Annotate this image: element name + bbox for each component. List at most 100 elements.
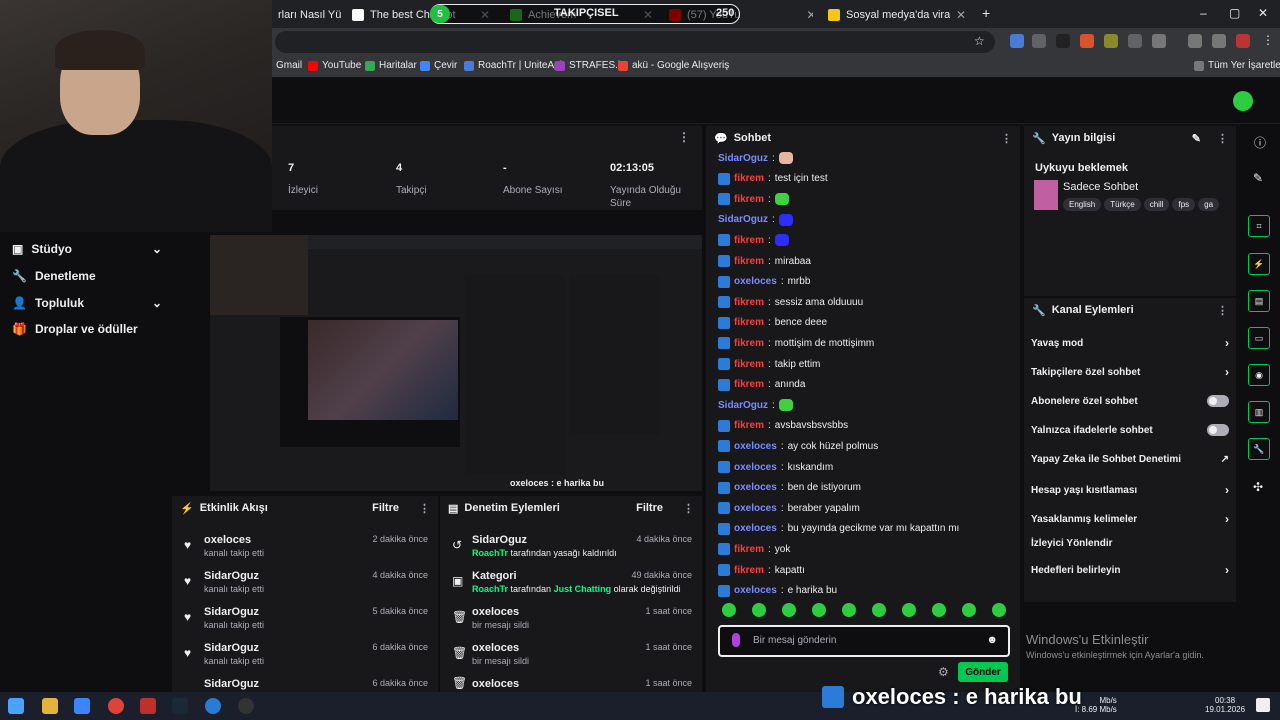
chat-username[interactable]: SidarOguz: [718, 400, 768, 411]
tag[interactable]: English: [1063, 198, 1102, 211]
chat-username[interactable]: oxeloces: [734, 585, 777, 596]
recorder-icon[interactable]: [140, 698, 156, 714]
chat-username[interactable]: fikrem: [734, 256, 764, 267]
tag[interactable]: Türkçe: [1104, 198, 1141, 211]
sidebar-item-drops[interactable]: 🎁 Droplar ve ödüller: [12, 322, 162, 336]
add-extension-icon[interactable]: ✣: [1253, 480, 1263, 494]
chat-message[interactable]: fikrem: mottişim de mottişimm: [718, 335, 874, 351]
media-icon[interactable]: [1212, 34, 1226, 48]
menu-kebab-icon[interactable]: ⋮: [1001, 132, 1012, 145]
emoji-icon[interactable]: ☻: [986, 634, 998, 646]
filter-button[interactable]: Filtre: [636, 502, 663, 514]
toggle-switch[interactable]: [1207, 395, 1229, 407]
emote-icon[interactable]: [872, 603, 886, 617]
notification-icon[interactable]: [1256, 698, 1270, 712]
extension-icon[interactable]: [1080, 34, 1094, 48]
chat-username[interactable]: fikrem: [734, 359, 764, 370]
chat-message[interactable]: SidarOguz:: [718, 397, 793, 413]
chat-username[interactable]: fikrem: [734, 420, 764, 431]
chat-message[interactable]: fikrem: bence deee: [718, 315, 827, 331]
chat-username[interactable]: fikrem: [734, 194, 764, 205]
chat-username[interactable]: fikrem: [734, 338, 764, 349]
chat-username[interactable]: fikrem: [734, 235, 764, 246]
bookmark[interactable]: Gmail: [276, 60, 302, 71]
list-item[interactable]: SidarOguz 6 dakika önce: [172, 674, 438, 692]
chat-username[interactable]: fikrem: [734, 565, 764, 576]
chat-username[interactable]: oxeloces: [734, 523, 777, 534]
chat-username[interactable]: oxeloces: [734, 482, 777, 493]
extension-icon[interactable]: [1010, 34, 1024, 48]
chat-username[interactable]: fikrem: [734, 297, 764, 308]
layout-icon[interactable]: ▥: [1248, 401, 1270, 423]
stats-menu-icon[interactable]: ⋮: [678, 130, 690, 144]
list-item[interactable]: ↺ SidarOguz RoachTr tarafından yasağı kald…: [440, 530, 702, 566]
settings-gear-icon[interactable]: ⚙: [938, 665, 949, 679]
chat-username[interactable]: SidarOguz: [718, 214, 768, 225]
puzzle-icon[interactable]: [1152, 34, 1166, 48]
chat-message[interactable]: oxeloces: ay cok hüzel polmus: [718, 438, 878, 454]
chat-message[interactable]: fikrem: yok: [718, 541, 790, 557]
chat-message[interactable]: fikrem:: [718, 191, 789, 207]
omnibox[interactable]: [275, 31, 995, 53]
menu-kebab-icon[interactable]: ⋮: [419, 502, 430, 515]
chat-message[interactable]: fikrem: avsbavsbsvsbbs: [718, 418, 848, 434]
menu-kebab-icon[interactable]: ⋮: [1217, 132, 1228, 145]
chat-message[interactable]: oxeloces: e harika bu: [718, 583, 837, 599]
broadcast-icon[interactable]: ◉: [1248, 364, 1270, 386]
chat-username[interactable]: fikrem: [734, 173, 764, 184]
extension-icon[interactable]: [1128, 34, 1142, 48]
list-item[interactable]: ♥ SidarOguz kanalı takip etti 5 dakika önce: [172, 602, 438, 638]
category-name[interactable]: Sadece Sohbet: [1063, 181, 1138, 193]
list-item[interactable]: 🗑 oxeloces 1 saat önce: [440, 674, 702, 692]
browser-tab[interactable]: rları Nasıl Yü: [272, 4, 342, 26]
download-icon[interactable]: [1188, 34, 1202, 48]
bookmark[interactable]: STRAFES.io: [555, 60, 626, 71]
action-emote-only[interactable]: Yalnızca ifadelerle sohbet: [1031, 424, 1229, 436]
chat-message[interactable]: fikrem: anında: [718, 377, 805, 393]
toggle-switch[interactable]: [1207, 424, 1229, 436]
emote-icon[interactable]: [752, 603, 766, 617]
star-icon[interactable]: ☆: [974, 34, 985, 48]
bookmark[interactable]: Haritalar: [365, 60, 417, 71]
chat-username[interactable]: oxeloces: [734, 503, 777, 514]
list-item[interactable]: ♥ oxeloces kanalı takip etti 2 dakika önce: [172, 530, 438, 566]
action-goals[interactable]: Hedefleri belirleyin ›: [1031, 563, 1229, 577]
chat-message[interactable]: fikrem:: [718, 232, 789, 248]
chat-message[interactable]: oxeloces: mrbb: [718, 274, 810, 290]
lightning-icon[interactable]: ⚡: [1248, 253, 1270, 275]
chat-username[interactable]: oxeloces: [734, 276, 777, 287]
chat-message[interactable]: fikrem: test için test: [718, 171, 828, 187]
emote-icon[interactable]: [932, 603, 946, 617]
wrench-icon[interactable]: 🔧: [1248, 438, 1270, 460]
sidebar-item-studio[interactable]: ▣ Stüdyo ⌄: [12, 242, 162, 256]
minimize-icon[interactable]: –: [1200, 6, 1207, 20]
chat-message[interactable]: oxeloces: ben de istiyorum: [718, 480, 861, 496]
edit-pencil-icon[interactable]: ✎: [1192, 132, 1201, 145]
close-icon[interactable]: ✕: [806, 8, 813, 22]
bookmark[interactable]: YouTube: [308, 60, 361, 71]
emote-icon[interactable]: [962, 603, 976, 617]
sidebar-item-community[interactable]: 👤 Topluluk ⌄: [12, 296, 162, 310]
filter-button[interactable]: Filtre: [372, 502, 399, 514]
new-tab-icon[interactable]: +: [982, 5, 990, 21]
browser-tab[interactable]: Sosyal medya'da viral olan - da ✕: [822, 4, 972, 26]
extension-icon[interactable]: [1104, 34, 1118, 48]
action-slow-mode[interactable]: Yavaş mod ›: [1031, 336, 1229, 350]
chat-message[interactable]: oxeloces: beraber yapalım: [718, 500, 860, 516]
action-account-age[interactable]: Hesap yaşı kısıtlaması ›: [1031, 483, 1229, 497]
clock[interactable]: 00:38 19.01.2026: [1205, 696, 1245, 714]
bookmark[interactable]: RoachTr | UniteApi: [464, 60, 562, 71]
extension-icon[interactable]: [1056, 34, 1070, 48]
action-ai-moderation[interactable]: Yapay Zeka ile Sohbet Denetimi ↗: [1031, 454, 1229, 465]
list-item[interactable]: ♥ SidarOguz kanalı takip etti 4 dakika önce: [172, 566, 438, 602]
chat-username[interactable]: oxeloces: [734, 462, 777, 473]
chat-message[interactable]: fikrem: kapattı: [718, 562, 805, 578]
obs-icon[interactable]: [238, 698, 254, 714]
sidebar-item-moderation[interactable]: 🔧 Denetleme: [12, 269, 162, 283]
emote-icon[interactable]: [842, 603, 856, 617]
info-icon[interactable]: ⓘ: [1254, 134, 1266, 151]
menu-kebab-icon[interactable]: ⋮: [1262, 33, 1274, 47]
chat-message[interactable]: SidarOguz:: [718, 212, 793, 228]
close-icon[interactable]: ✕: [956, 8, 966, 22]
start-icon[interactable]: [8, 698, 24, 714]
